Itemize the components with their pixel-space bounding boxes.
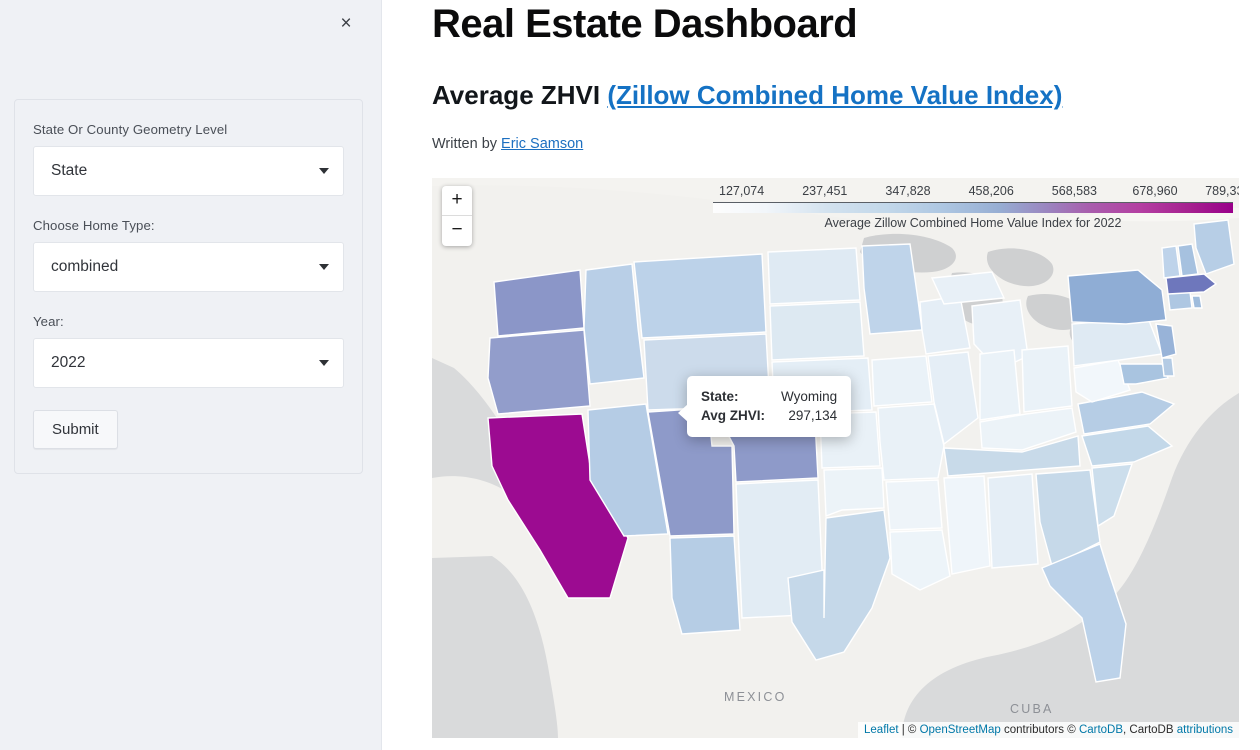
field-geometry-level: State Or County Geometry Level State: [33, 122, 344, 196]
attribution-mid2: , CartoDB: [1123, 724, 1177, 736]
map-geometry: [432, 178, 1239, 738]
geometry-level-label: State Or County Geometry Level: [33, 122, 228, 137]
geometry-level-select[interactable]: State: [33, 146, 344, 196]
legend-tick: 458,206: [968, 184, 1014, 198]
byline-prefix: Written by: [432, 136, 502, 152]
geometry-level-value: State: [51, 162, 88, 179]
legend-tick-labels: 127,074 237,451 347,828 458,206 568,583 …: [713, 184, 1239, 200]
home-type-value: combined: [51, 258, 119, 275]
map-attribution: Leaflet | © OpenStreetMap contributors ©…: [858, 722, 1239, 738]
subtitle-prefix: Average ZHVI: [432, 80, 608, 110]
cartodb-link[interactable]: CartoDB: [1079, 724, 1123, 736]
main-content: Real Estate Dashboard Average ZHVI (Zill…: [382, 0, 1260, 750]
legend-tick: 568,583: [1051, 184, 1097, 198]
year-value: 2022: [51, 354, 86, 371]
tooltip-key: State:: [701, 389, 739, 404]
cartodb-attributions-link[interactable]: attributions: [1177, 724, 1233, 736]
byline: Written by Eric Samson: [432, 136, 583, 152]
attribution-sep: | ©: [898, 724, 920, 736]
home-type-select[interactable]: combined: [33, 242, 344, 292]
legend-color-scale: [713, 202, 1233, 213]
legend-tick: 127,074: [719, 184, 765, 198]
zoom-in-button[interactable]: +: [442, 186, 472, 216]
map-legend: 127,074 237,451 347,828 458,206 568,583 …: [713, 184, 1239, 230]
map-label-mexico: MEXICO: [724, 690, 787, 704]
tooltip-row: State: Wyoming: [701, 387, 837, 406]
filter-form: State Or County Geometry Level State Cho…: [14, 99, 363, 474]
submit-button[interactable]: Submit: [33, 410, 118, 449]
legend-tick: 678,960: [1132, 184, 1178, 198]
close-icon[interactable]: ×: [333, 10, 359, 36]
subtitle: Average ZHVI (Zillow Combined Home Value…: [432, 80, 1062, 111]
year-label: Year:: [33, 314, 64, 329]
field-home-type: Choose Home Type: combined: [33, 218, 344, 292]
map-label-cuba: CUBA: [1010, 702, 1054, 716]
tooltip-key: Avg ZHVI:: [701, 408, 765, 423]
tooltip-value: 297,134: [788, 408, 838, 423]
legend-tick: 237,451: [802, 184, 848, 198]
map-zoom-controls[interactable]: + −: [442, 186, 472, 246]
legend-tick: 789,337: [1205, 184, 1239, 198]
chevron-down-icon: [319, 168, 329, 174]
home-type-label: Choose Home Type:: [33, 218, 155, 233]
state-tooltip-popup: State: Wyoming Avg ZHVI: 297,134: [677, 376, 852, 437]
year-select[interactable]: 2022: [33, 338, 344, 388]
choropleth-map[interactable]: + − 127,074 237,451 347,828 458,206 568,…: [432, 178, 1239, 738]
chevron-down-icon: [319, 360, 329, 366]
legend-tick: 347,828: [885, 184, 931, 198]
openstreetmap-link[interactable]: OpenStreetMap: [920, 724, 1001, 736]
page-title: Real Estate Dashboard: [432, 2, 858, 46]
attribution-mid: contributors ©: [1000, 724, 1079, 736]
zhvi-link[interactable]: (Zillow Combined Home Value Index): [607, 80, 1062, 110]
author-link[interactable]: Eric Samson: [501, 136, 583, 152]
zoom-out-button[interactable]: −: [442, 216, 472, 246]
legend-caption: Average Zillow Combined Home Value Index…: [824, 216, 1122, 230]
sidebar-panel: × State Or County Geometry Level State C…: [0, 0, 382, 750]
tooltip-row: Avg ZHVI: 297,134: [701, 406, 837, 425]
tooltip-value: Wyoming: [781, 389, 838, 404]
leaflet-link[interactable]: Leaflet: [864, 724, 899, 736]
chevron-down-icon: [319, 264, 329, 270]
field-year: Year: 2022: [33, 314, 344, 388]
